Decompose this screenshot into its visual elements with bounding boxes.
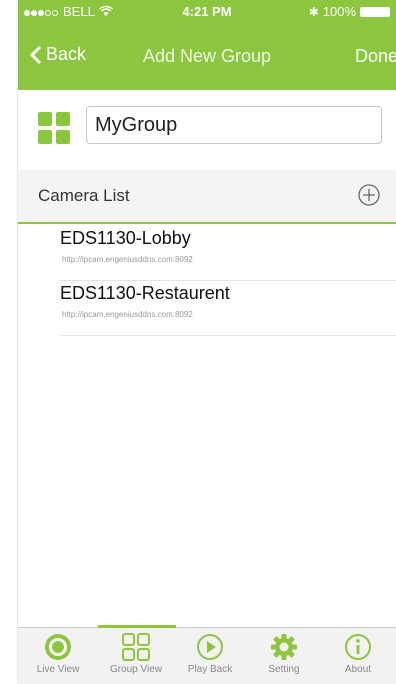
camera-url: http://ipcam.engeniusddns.com:8092 [62, 255, 193, 264]
tab-about[interactable]: About [320, 632, 396, 684]
battery-percent: 100% [322, 4, 356, 19]
live-view-icon [45, 634, 71, 660]
tab-setting[interactable]: Setting [246, 632, 322, 684]
camera-list: EDS1130-Lobby http://ipcam.engeniusddns.… [18, 226, 396, 336]
tab-label: Setting [268, 664, 300, 675]
tab-bar: Live View Group View Play Back Setting A… [18, 625, 396, 684]
camera-item-lobby[interactable]: EDS1130-Lobby http://ipcam.engeniusddns.… [60, 226, 396, 281]
camera-name: EDS1130-Restaurent [60, 283, 230, 303]
camera-list-title: Camera List [38, 186, 130, 205]
tab-label: Play Back [187, 664, 233, 675]
page-title: Add New Group [142, 46, 272, 66]
status-right: ✱ 100% [309, 4, 390, 19]
play-back-icon [197, 634, 223, 660]
group-name-input[interactable] [86, 106, 382, 144]
tab-play-back[interactable]: Play Back [172, 632, 248, 684]
app-screen: BELL 4:21 PM ✱ 100% Back Add New Group D… [18, 0, 396, 684]
camera-list-header: Camera List [18, 170, 396, 224]
battery-icon [360, 6, 390, 17]
info-icon [345, 634, 371, 660]
tab-live-view[interactable]: Live View [20, 632, 96, 684]
tab-label: Live View [36, 664, 80, 675]
tab-group-view[interactable]: Group View [98, 632, 174, 684]
group-grid-icon [38, 112, 70, 144]
add-camera-icon[interactable] [358, 184, 380, 206]
group-view-icon [122, 633, 150, 661]
group-name-row [18, 90, 396, 168]
done-button[interactable]: Done [355, 46, 396, 67]
tab-label: Group View [109, 664, 163, 675]
status-bar: BELL 4:21 PM ✱ 100% [18, 0, 396, 22]
active-tab-indicator [98, 625, 176, 628]
bluetooth-icon: ✱ [308, 4, 319, 19]
tab-label: About [344, 664, 372, 675]
nav-bar: Back Add New Group Done [18, 34, 396, 82]
camera-item-restaurent[interactable]: EDS1130-Restaurent http://ipcam.engenius… [60, 281, 396, 336]
header: BELL 4:21 PM ✱ 100% Back Add New Group D… [18, 0, 396, 90]
camera-name: EDS1130-Lobby [60, 228, 191, 248]
camera-url: http://ipcam.engeniusddns.com:8092 [62, 310, 193, 319]
gear-icon [271, 634, 297, 660]
